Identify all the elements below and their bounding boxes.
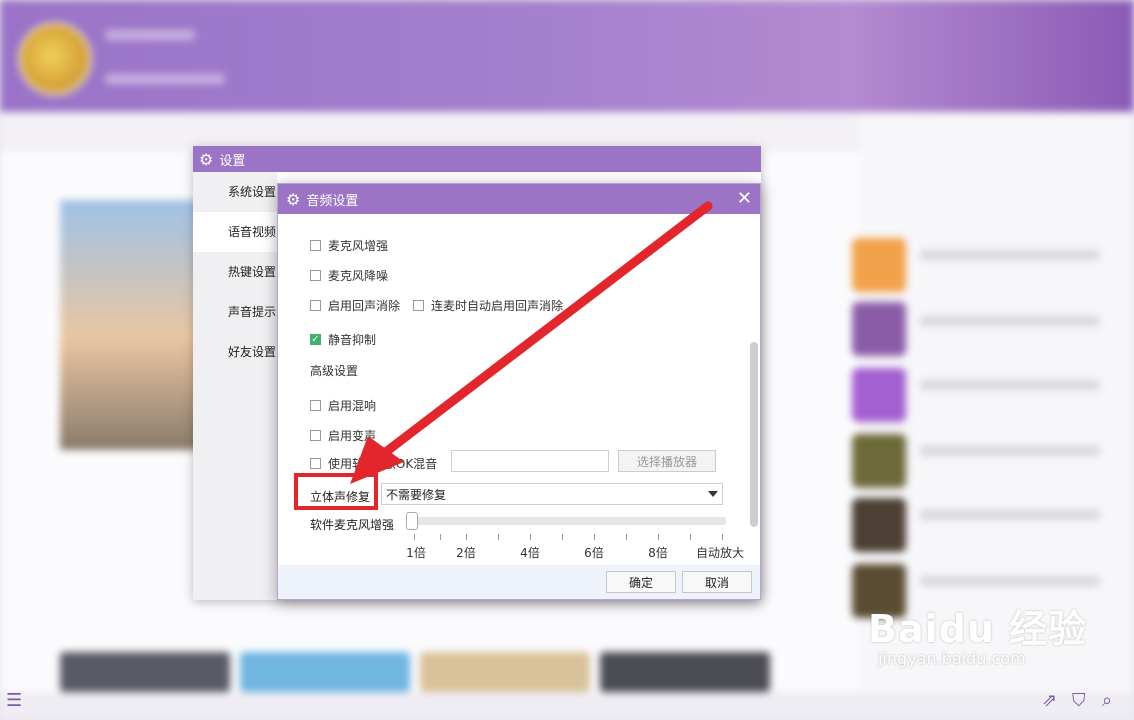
watermark-logo: Baidu 经验 xyxy=(868,607,1088,651)
arrow-shaft xyxy=(373,201,713,463)
watermark: Baidu 经验 jingyan.baidu.com xyxy=(868,598,1087,668)
